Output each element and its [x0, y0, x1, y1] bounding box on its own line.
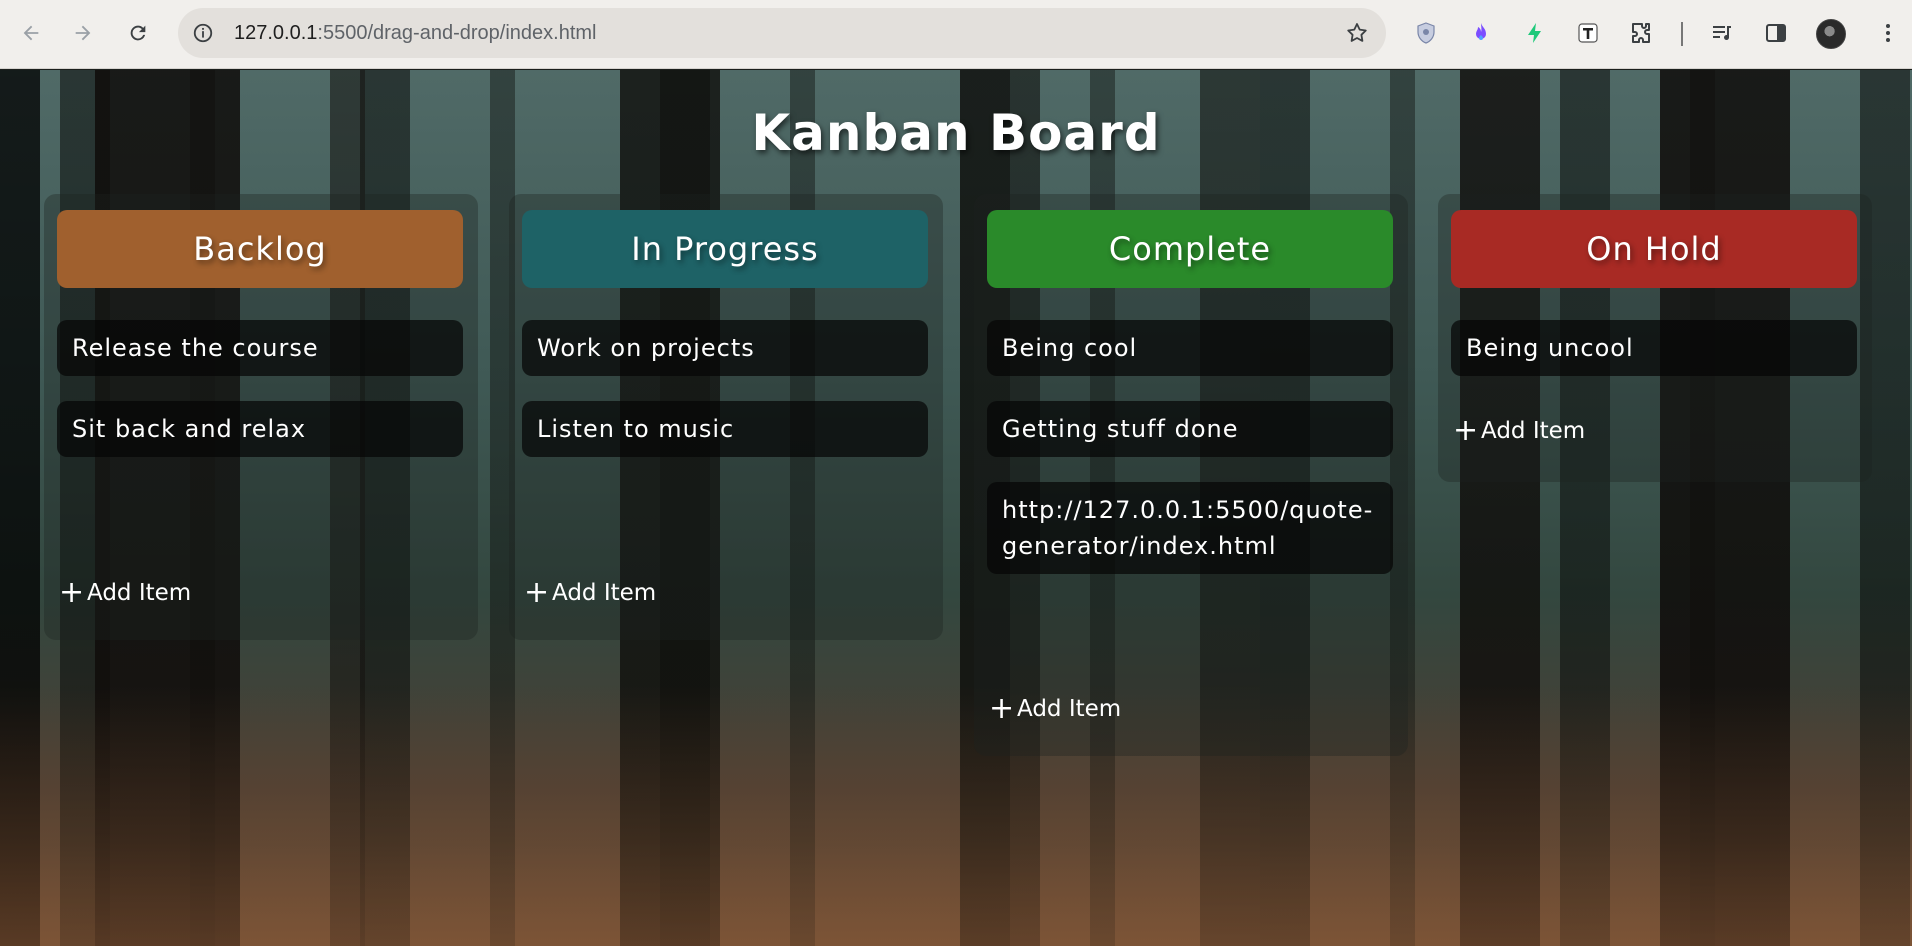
- side-panel-icon[interactable]: [1760, 17, 1792, 49]
- arrow-left-icon: [23, 25, 39, 41]
- column-in-progress: In Progress Work on projects Listen to m…: [509, 194, 943, 640]
- forward-button[interactable]: [64, 14, 102, 52]
- bookmark-star-icon[interactable]: [1344, 20, 1370, 46]
- url-path: :5500/drag-and-drop/index.html: [317, 22, 597, 44]
- column-header-complete: Complete: [987, 210, 1393, 288]
- toolbar-divider: [1681, 22, 1683, 46]
- card-item[interactable]: Release the course: [57, 320, 463, 376]
- puzzle-extensions-icon[interactable]: [1626, 17, 1658, 49]
- column-complete: Complete Being cool Getting stuff done h…: [974, 194, 1408, 756]
- column-backlog: Backlog Release the course Sit back and …: [44, 194, 478, 640]
- url-host: 127.0.0.1: [234, 22, 318, 44]
- menu-kebab-icon[interactable]: [1872, 17, 1904, 49]
- arrow-right-icon: [75, 25, 91, 41]
- add-item-button[interactable]: + Add Item: [1451, 412, 1587, 450]
- page-background: Kanban Board Backlog Release the course …: [0, 70, 1912, 946]
- shield-extension-icon[interactable]: [1410, 17, 1442, 49]
- back-button[interactable]: [12, 14, 50, 52]
- profile-avatar[interactable]: [1816, 19, 1846, 49]
- card-item[interactable]: Listen to music: [522, 401, 928, 457]
- add-item-label: Add Item: [87, 580, 192, 606]
- add-item-button[interactable]: + Add Item: [987, 690, 1123, 728]
- flame-extension-icon[interactable]: [1465, 17, 1497, 49]
- reload-icon: [130, 25, 146, 41]
- add-item-label: Add Item: [1017, 696, 1122, 722]
- plus-icon: +: [524, 575, 550, 610]
- site-info-icon[interactable]: [190, 20, 216, 46]
- board-title: Kanban Board: [751, 104, 1161, 162]
- plus-icon: +: [989, 691, 1015, 726]
- url-text[interactable]: 127.0.0.1:5500/drag-and-drop/index.html: [234, 8, 596, 58]
- media-control-icon[interactable]: [1706, 17, 1738, 49]
- column-header-backlog: Backlog: [57, 210, 463, 288]
- card-item[interactable]: Being uncool: [1451, 320, 1857, 376]
- column-header-on-hold: On Hold: [1451, 210, 1857, 288]
- add-item-button[interactable]: + Add Item: [522, 574, 658, 612]
- card-item[interactable]: Being cool: [987, 320, 1393, 376]
- bolt-extension-icon[interactable]: [1519, 17, 1551, 49]
- reload-button[interactable]: [119, 14, 157, 52]
- plus-icon: +: [1453, 413, 1479, 448]
- add-item-label: Add Item: [552, 580, 657, 606]
- add-item-label: Add Item: [1481, 418, 1586, 444]
- plus-icon: +: [59, 575, 85, 610]
- column-header-in-progress: In Progress: [522, 210, 928, 288]
- card-item[interactable]: http://127.0.0.1:5500/quote-generator/in…: [987, 482, 1393, 574]
- add-item-button[interactable]: + Add Item: [57, 574, 193, 612]
- browser-toolbar: 127.0.0.1:5500/drag-and-drop/index.html: [0, 0, 1912, 69]
- text-extension-icon[interactable]: [1572, 17, 1604, 49]
- card-item[interactable]: Getting stuff done: [987, 401, 1393, 457]
- address-bar[interactable]: 127.0.0.1:5500/drag-and-drop/index.html: [178, 8, 1386, 58]
- card-item[interactable]: Sit back and relax: [57, 401, 463, 457]
- card-item[interactable]: Work on projects: [522, 320, 928, 376]
- column-on-hold: On Hold Being uncool + Add Item: [1438, 194, 1872, 482]
